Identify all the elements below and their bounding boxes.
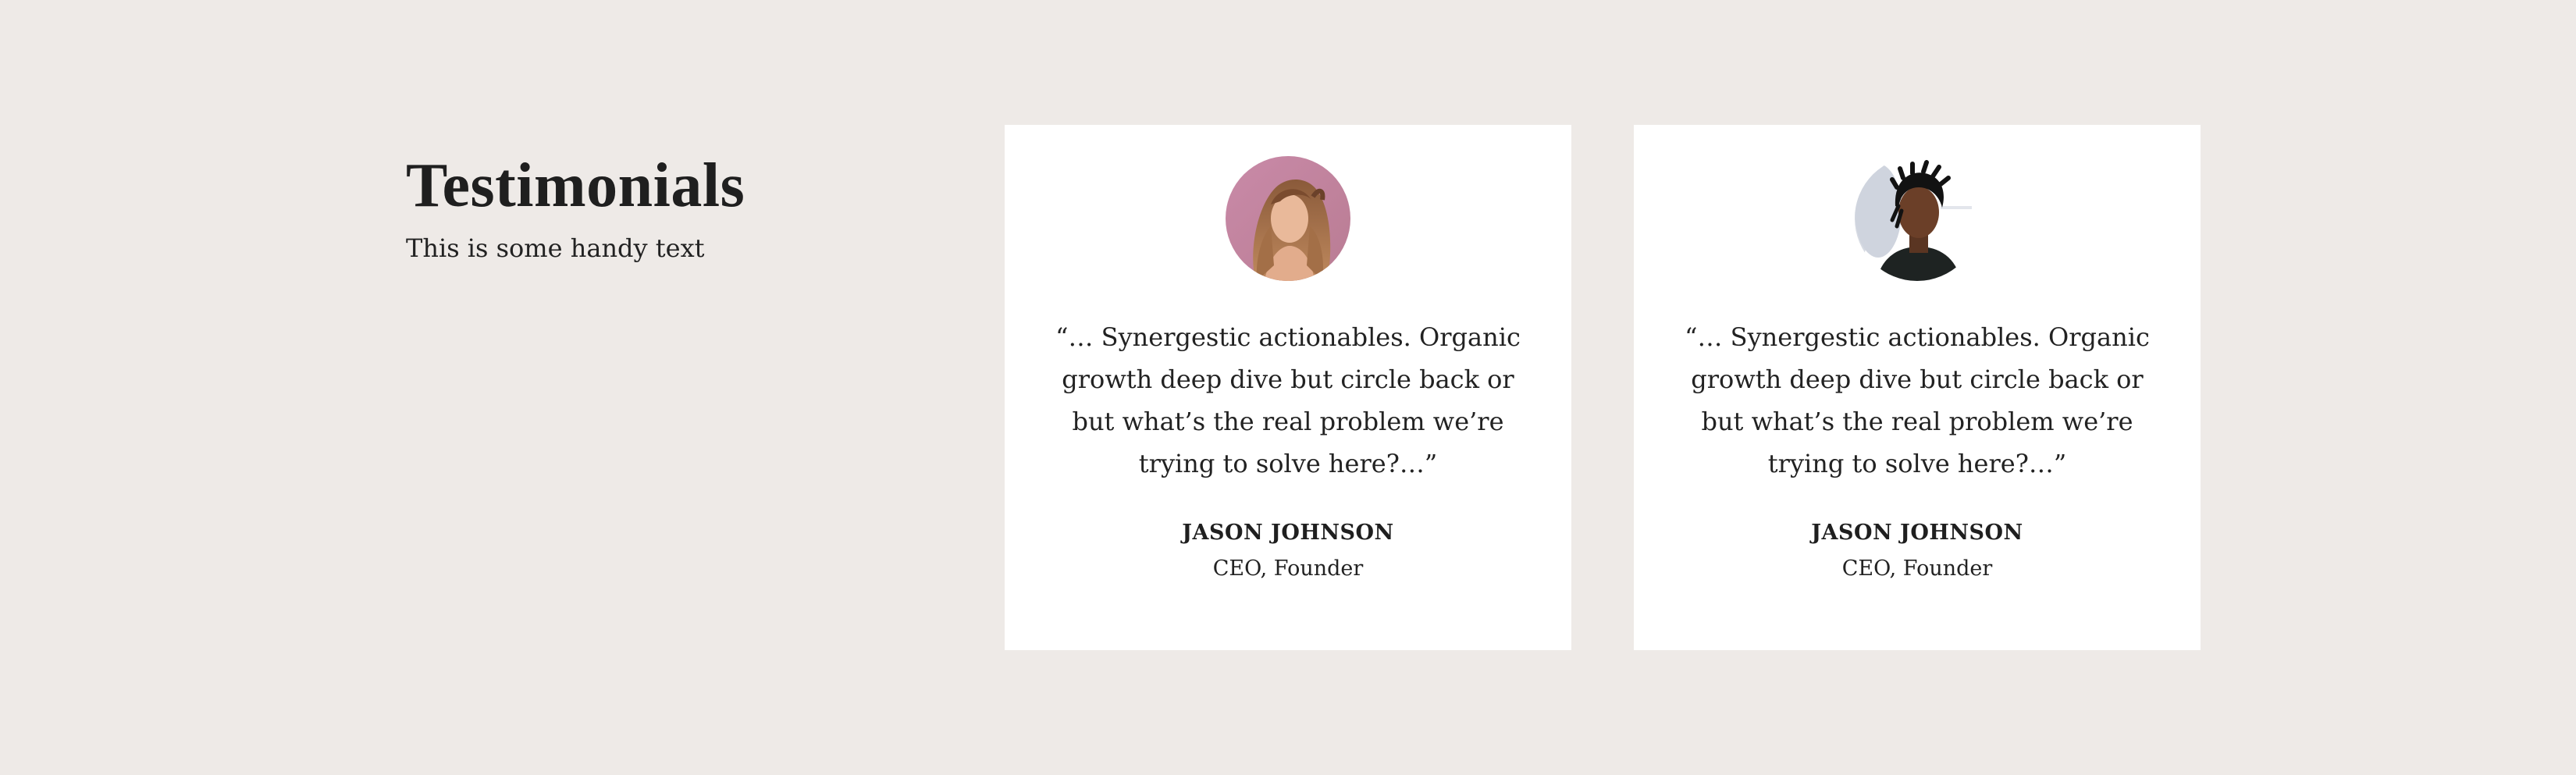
testimonials-intro: Testimonials This is some handy text	[406, 150, 874, 265]
avatar	[1855, 156, 1980, 281]
section-subtitle: This is some handy text	[406, 233, 705, 263]
testimonial-quote: “… Synergestic actionables. Organic grow…	[1685, 322, 2150, 478]
testimonial-name: JASON JOHNSON	[1182, 521, 1394, 545]
testimonial-role: CEO, Founder	[1841, 556, 1993, 581]
testimonial-card: “… Synergestic actionables. Organic grow…	[1005, 125, 1571, 650]
avatar	[1226, 156, 1350, 281]
testimonial-card: “… Synergestic actionables. Organic grow…	[1634, 125, 2201, 650]
testimonial-name: JASON JOHNSON	[1811, 521, 2023, 545]
man-portrait-icon	[1855, 156, 1980, 281]
testimonial-quote: “… Synergestic actionables. Organic grow…	[1055, 322, 1521, 478]
woman-portrait-icon	[1226, 156, 1350, 281]
testimonial-role: CEO, Founder	[1212, 556, 1364, 581]
section-title: Testimonials	[406, 151, 745, 220]
